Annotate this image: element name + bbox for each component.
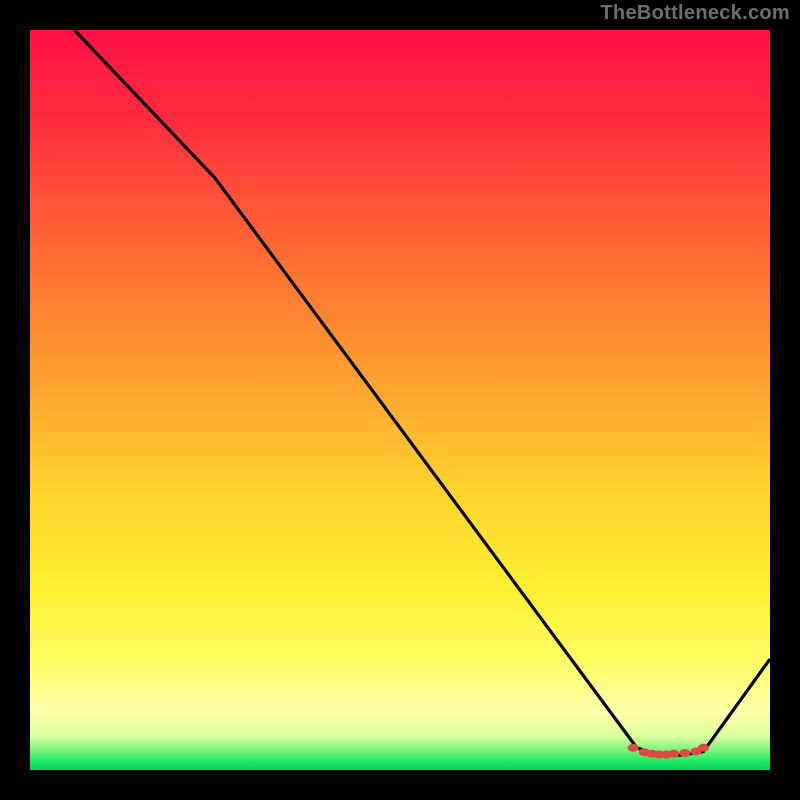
root: TheBottleneck.com (0, 0, 800, 800)
plot-area (30, 30, 770, 770)
highlight-dot (628, 744, 639, 752)
highlight-dots (628, 744, 709, 759)
data-curve (74, 30, 770, 755)
highlight-dot (679, 749, 690, 757)
chart-line-layer (30, 30, 770, 770)
highlight-dot (668, 750, 679, 758)
highlight-dot (698, 744, 709, 752)
watermark-text: TheBottleneck.com (600, 2, 790, 25)
